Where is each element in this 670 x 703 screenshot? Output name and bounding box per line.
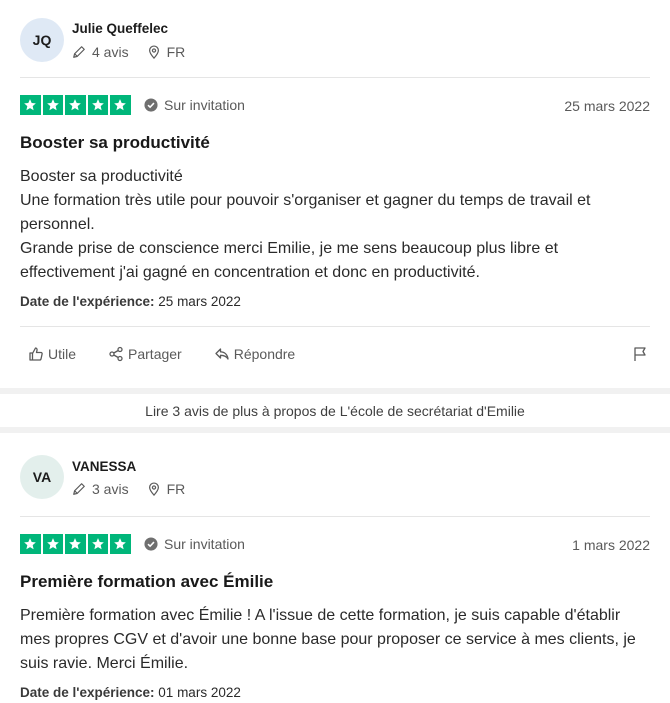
reviewer-meta: 3 avis FR [72, 481, 203, 497]
reply-icon [215, 348, 229, 360]
review-body-line: Première formation avec Émilie ! A l'iss… [20, 607, 636, 672]
useful-label: Utile [48, 346, 77, 362]
check-circle-icon [144, 98, 158, 112]
experience-value: 01 mars 2022 [158, 685, 241, 700]
reviewer-name[interactable]: Julie Queffelec [72, 21, 168, 36]
star-icon [20, 534, 41, 554]
reviewer-meta: 4 avis FR [72, 44, 203, 60]
star-rating [20, 95, 131, 115]
review-count-label: 3 avis [92, 481, 129, 497]
review-count: 3 avis [72, 481, 129, 497]
rating-row: Sur invitation 25 mars 2022 [20, 78, 650, 132]
review-body-line: Booster sa productivité [20, 168, 183, 185]
review-actions: Utile Partager Répondre [20, 327, 650, 381]
country-label: FR [166, 481, 186, 497]
avatar[interactable]: VA [20, 455, 64, 499]
rating-row: Sur invitation 1 mars 2022 [20, 517, 650, 571]
star-icon [65, 534, 86, 554]
verification-label: Sur invitation [164, 536, 245, 552]
useful-button[interactable]: Utile [20, 346, 76, 362]
star-icon [20, 95, 41, 115]
more-reviews-link[interactable]: Lire 3 avis de plus à propos de L'école … [0, 388, 670, 433]
reviewer-country: FR [147, 44, 186, 60]
star-icon [87, 95, 108, 115]
reply-button[interactable]: Répondre [206, 346, 296, 362]
location-pin-icon [148, 45, 159, 59]
share-button[interactable]: Partager [100, 346, 182, 362]
review-count: 4 avis [72, 44, 129, 60]
reviewer-country: FR [147, 481, 186, 497]
verification-badge[interactable]: Sur invitation [144, 536, 245, 552]
review-body: Première formation avec Émilie ! A l'iss… [20, 604, 650, 676]
check-circle-icon [144, 537, 158, 551]
review-date: 1 mars 2022 [572, 537, 650, 553]
avatar[interactable]: JQ [20, 18, 64, 62]
reviewer-header: JQ Julie Queffelec 4 avis FR [20, 0, 650, 78]
star-icon [110, 534, 131, 554]
review-card: VA VANESSA 3 avis FR Sur invitation 1 ma… [0, 433, 670, 703]
experience-label: Date de l'expérience: [20, 685, 155, 700]
pencil-icon [73, 483, 85, 495]
thumbs-up-icon [29, 347, 43, 361]
review-title[interactable]: Booster sa productivité [20, 132, 650, 154]
share-icon [109, 346, 123, 362]
review-date: 25 mars 2022 [564, 98, 650, 114]
verification-badge[interactable]: Sur invitation [144, 97, 245, 113]
star-icon [42, 95, 63, 115]
reply-label: Répondre [233, 346, 296, 362]
location-pin-icon [148, 482, 159, 496]
star-icon [42, 534, 63, 554]
experience-label: Date de l'expérience: [20, 294, 155, 309]
star-rating [20, 534, 131, 554]
pencil-icon [73, 46, 85, 58]
experience-date: Date de l'expérience: 25 mars 2022 [20, 294, 650, 309]
review-title[interactable]: Première formation avec Émilie [20, 571, 650, 593]
review-count-label: 4 avis [92, 44, 129, 60]
review-body-line: Une formation très utile pour pouvoir s'… [20, 192, 591, 233]
review-body: Booster sa productivité Une formation tr… [20, 165, 650, 285]
reviewer-header: VA VANESSA 3 avis FR [20, 433, 650, 517]
review-body-line: Grande prise de conscience merci Emilie,… [20, 240, 559, 281]
star-icon [110, 95, 131, 115]
country-label: FR [166, 44, 186, 60]
flag-icon[interactable] [632, 346, 648, 362]
verification-label: Sur invitation [164, 97, 245, 113]
share-label: Partager [128, 346, 182, 362]
reviewer-name[interactable]: VANESSA [72, 459, 136, 474]
star-icon [87, 534, 108, 554]
experience-date: Date de l'expérience: 01 mars 2022 [20, 685, 650, 700]
experience-value: 25 mars 2022 [158, 294, 241, 309]
review-card: JQ Julie Queffelec 4 avis FR Sur invitat… [0, 0, 670, 388]
star-icon [65, 95, 86, 115]
